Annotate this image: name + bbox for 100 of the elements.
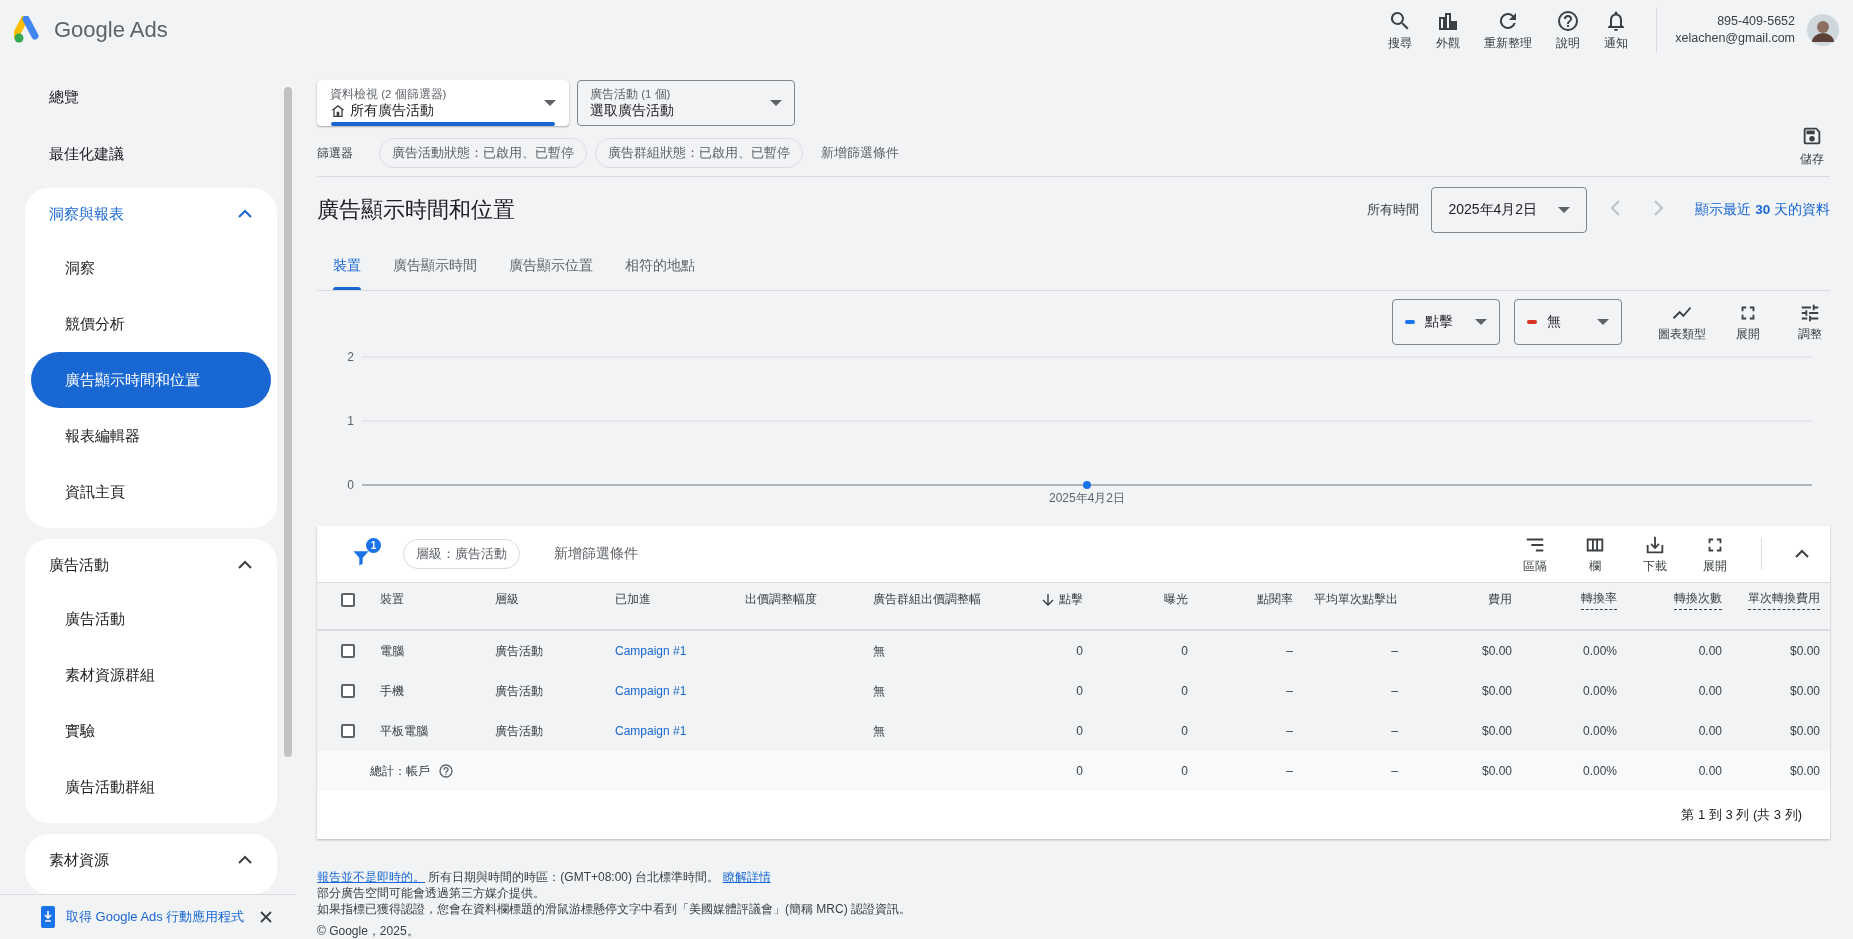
sidebar-item[interactable]: 資訊主頁 xyxy=(31,464,271,520)
promo-link[interactable]: 取得 Google Ads 行動應用程式 xyxy=(66,908,245,926)
section-header[interactable]: 素材資源 xyxy=(25,834,277,886)
home-icon xyxy=(330,102,346,119)
realtime-link[interactable]: 報告並不是即時的。 xyxy=(317,870,425,884)
date-dropdown[interactable]: 2025年4月2日 xyxy=(1431,186,1588,233)
campaign-link[interactable]: Campaign #1 xyxy=(605,644,735,658)
toolbar-button[interactable]: 展開 xyxy=(1695,533,1735,575)
table-cell-text: 0 xyxy=(1180,644,1189,658)
add-filter-button[interactable]: 新增篩選條件 xyxy=(815,143,905,163)
pagination-text: 第 1 到 3 列 (共 3 列) xyxy=(1681,806,1802,824)
caret-icon xyxy=(770,100,782,106)
view-selector[interactable]: 資料檢視 (2 個篩選器) 所有廣告活動 xyxy=(317,80,569,126)
column-header[interactable]: 轉換次數 xyxy=(1627,589,1732,610)
table-cell-text: 0.00 xyxy=(1697,724,1723,738)
caret-icon xyxy=(1597,319,1609,325)
campaign-link[interactable]: Campaign #1 xyxy=(605,724,735,738)
checkbox[interactable] xyxy=(340,644,355,658)
footer-text: 如果指標已獲得認證，您會在資料欄標題的滑鼠游標懸停文字中看到「美國媒體評議會」(簡稱 MRC) 認證資訊。 xyxy=(317,901,912,917)
table-cell-text: – xyxy=(1285,764,1294,778)
chart-tool-button[interactable]: 調整 xyxy=(1790,301,1830,343)
column-header[interactable]: 點閱率 xyxy=(1198,591,1303,608)
column-header[interactable]: 曝光 xyxy=(1093,591,1198,608)
table-cell-text: 0.00 xyxy=(1697,684,1723,698)
tab[interactable]: 相符的地點 xyxy=(609,242,711,290)
table-cell-text: 0.00 xyxy=(1697,644,1723,658)
column-header[interactable]: 轉換率 xyxy=(1522,589,1627,610)
header-button[interactable]: 通知 xyxy=(1604,8,1629,52)
metric-dropdown[interactable]: 無 xyxy=(1514,299,1622,345)
filter-icon xyxy=(351,548,371,568)
sidebar-item[interactable]: 素材資源群組 xyxy=(31,647,271,703)
campaign-link[interactable]: Campaign #1 xyxy=(605,684,735,698)
axis-tick-label: 0 xyxy=(347,478,354,492)
table-cell-text: 0 xyxy=(1075,644,1084,658)
sidebar-item[interactable]: 廣告活動 xyxy=(31,591,271,647)
toolbar-button[interactable]: 欄 xyxy=(1575,533,1615,575)
column-header[interactable]: 費用 xyxy=(1408,591,1522,608)
add-filter-button[interactable]: 新增篩選條件 xyxy=(548,544,644,564)
learn-more-link[interactable]: 瞭解詳情 xyxy=(722,870,771,884)
tab[interactable]: 廣告顯示時間 xyxy=(377,242,493,290)
header-button[interactable]: 重新整理 xyxy=(1484,8,1533,52)
account-email: xelachen@gmail.com xyxy=(1675,30,1795,47)
section-header[interactable]: 洞察與報表 xyxy=(25,188,277,240)
tab[interactable]: 廣告顯示位置 xyxy=(493,242,609,290)
avatar[interactable] xyxy=(1807,14,1839,46)
column-header[interactable]: 已加進 xyxy=(605,591,735,608)
table-cell-text: 電腦 xyxy=(379,642,405,660)
sidebar-item[interactable]: 廣告顯示時間和位置 xyxy=(31,352,271,408)
chevron-left-icon xyxy=(1609,199,1622,218)
column-header[interactable]: 廣告群組出價調整幅 xyxy=(863,591,1000,608)
table-cell-text: – xyxy=(1285,644,1294,658)
toolbar-button[interactable]: 下載 xyxy=(1635,533,1675,575)
axis-tick-label: 2 xyxy=(347,350,354,364)
save-button[interactable]: 儲存 xyxy=(1794,123,1830,169)
header-button[interactable]: 外觀 xyxy=(1436,8,1461,52)
metric-dropdown[interactable]: 點擊 xyxy=(1392,299,1500,345)
column-header[interactable]: 平均單次點擊出 xyxy=(1303,591,1408,608)
table-cell-text: – xyxy=(1390,724,1399,738)
recent-data-link[interactable]: 顯示最近 30 天的資料 xyxy=(1695,200,1830,219)
close-icon[interactable] xyxy=(260,911,273,923)
footer-text: © Google，2025。 xyxy=(317,923,420,939)
filter-label: 篩選器 xyxy=(317,144,353,162)
range-label: 所有時間 xyxy=(1367,200,1420,219)
axis-tick-label: 2025年4月2日 xyxy=(1049,491,1125,505)
caret-icon xyxy=(544,100,556,106)
header-button[interactable]: 說明 xyxy=(1556,8,1581,52)
table-cell-text: $0.00 xyxy=(1480,684,1513,698)
header-button[interactable]: 搜尋 xyxy=(1388,8,1413,52)
checkbox[interactable] xyxy=(340,724,355,738)
filter-button[interactable]: 1 xyxy=(351,540,379,568)
sidebar-item[interactable]: 最佳化建議 xyxy=(25,131,277,177)
chart-tool-button[interactable]: 展開 xyxy=(1728,301,1768,343)
checkbox[interactable] xyxy=(340,684,355,698)
table-cell-text: 0 xyxy=(1180,764,1189,778)
tab[interactable]: 裝置 xyxy=(317,242,377,290)
caret-icon xyxy=(1475,319,1487,325)
table-cell-text: $0.00 xyxy=(1480,644,1513,658)
toolbar-button[interactable]: 區隔 xyxy=(1515,533,1555,575)
chart-tool-button[interactable]: 圖表類型 xyxy=(1658,301,1706,343)
column-header[interactable]: 層級 xyxy=(485,591,605,608)
sidebar-item[interactable]: 洞察 xyxy=(31,240,271,296)
timezone-text: 所有日期與時間的時區：(GMT+08:00) 台北標準時間。 xyxy=(428,870,720,884)
sidebar-item[interactable]: 競價分析 xyxy=(31,296,271,352)
sidebar-item[interactable]: 報表編輯器 xyxy=(31,408,271,464)
footer-text: 部分廣告空間可能會透過第三方媒介提供。 xyxy=(317,885,546,901)
column-header[interactable]: 單次轉換費用 xyxy=(1732,589,1830,610)
sidebar-item[interactable]: 總覽 xyxy=(25,75,277,121)
section-header[interactable]: 廣告活動 xyxy=(25,539,277,591)
table-cell-text: 無 xyxy=(872,682,886,700)
checkbox[interactable] xyxy=(340,592,355,607)
column-header[interactable]: 出價調整幅度 xyxy=(735,591,863,608)
column-header[interactable]: 點擊 xyxy=(1000,591,1093,608)
table-cell-text: 廣告活動 xyxy=(494,642,544,660)
sidebar-item[interactable]: 廣告活動群組 xyxy=(31,759,271,815)
table-cell-text: 0 xyxy=(1075,684,1084,698)
view-selector[interactable]: 廣告活動 (1 個) 選取廣告活動 xyxy=(577,80,795,126)
column-header[interactable]: 裝置 xyxy=(370,591,485,608)
sidebar-item[interactable]: 實驗 xyxy=(31,703,271,759)
table-cell-text: – xyxy=(1390,764,1399,778)
table-cell-text: $0.00 xyxy=(1788,724,1821,738)
